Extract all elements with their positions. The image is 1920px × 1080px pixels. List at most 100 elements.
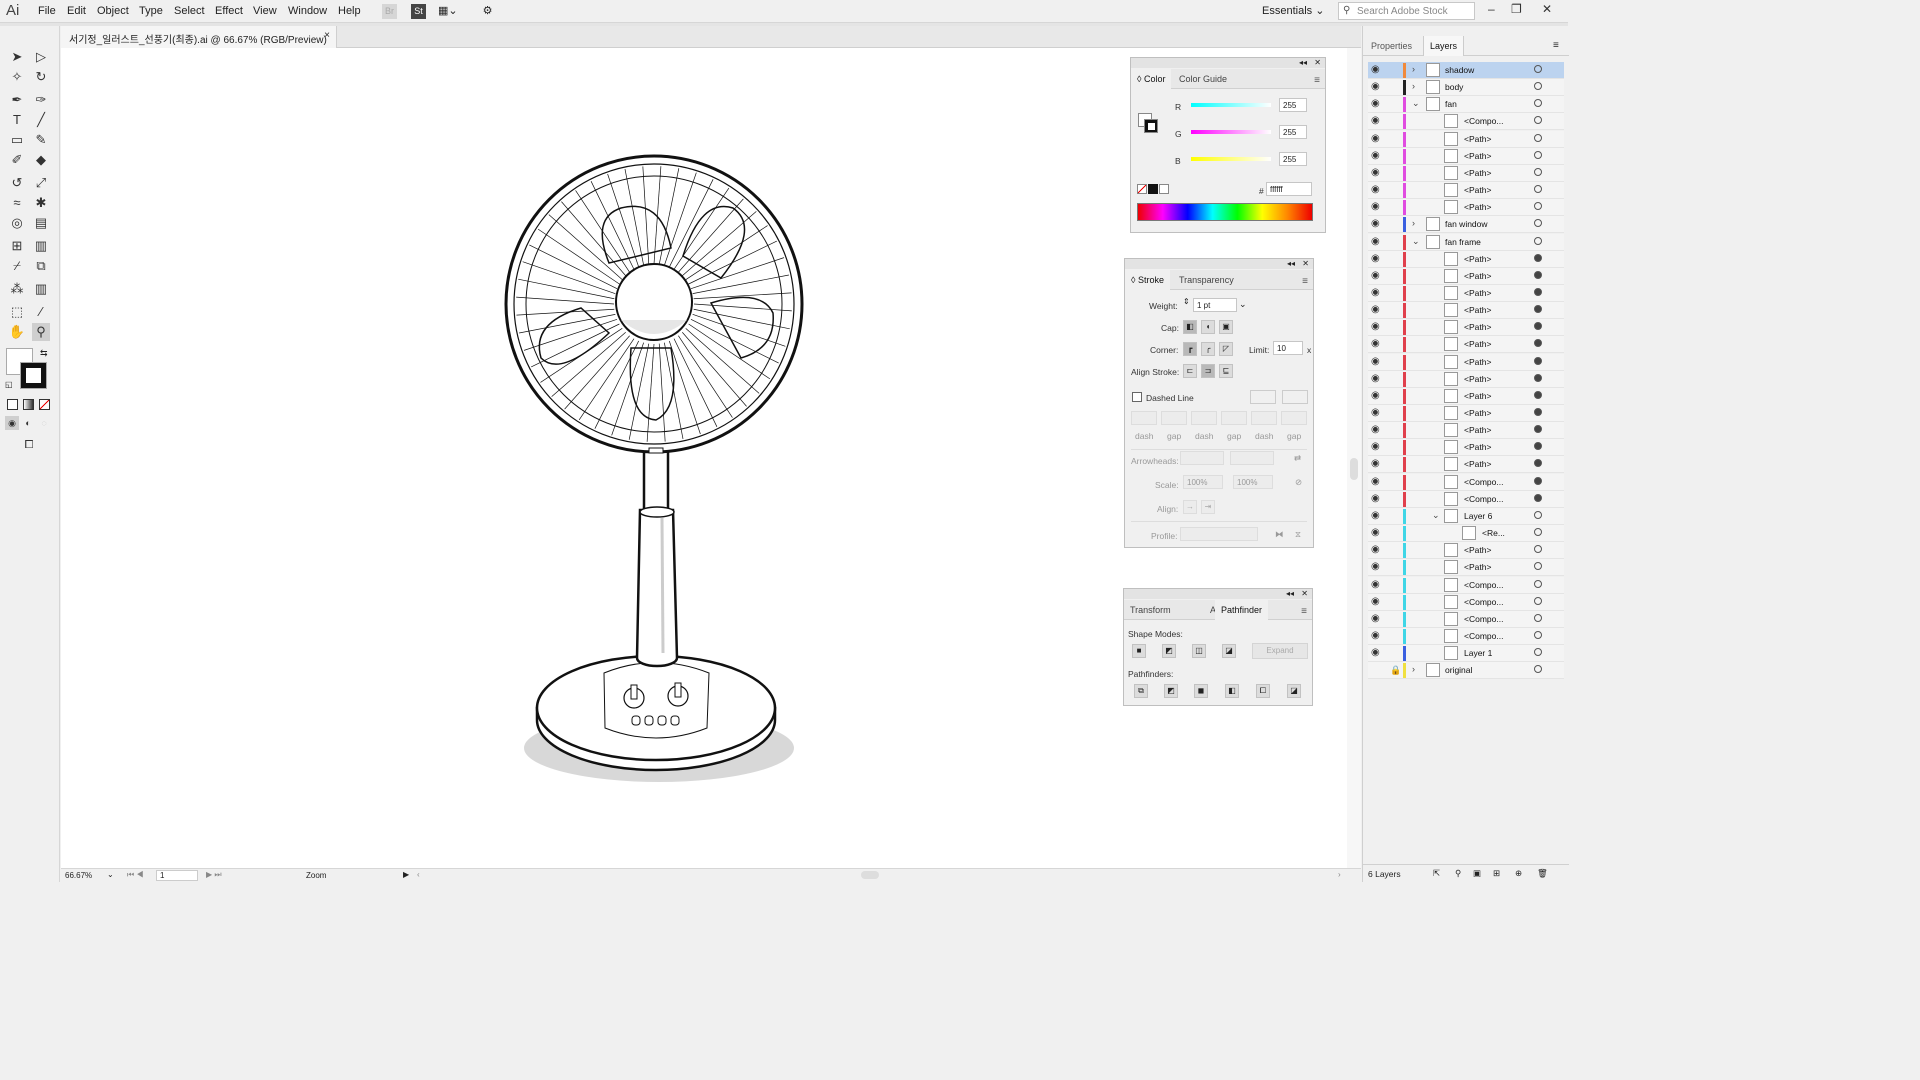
arrow-tip-button[interactable]: →	[1183, 500, 1197, 514]
minus-back-button[interactable]: ◪	[1287, 684, 1301, 698]
panel-menu-icon[interactable]: ≡	[1302, 276, 1308, 287]
visibility-eye-icon[interactable]: ◉	[1371, 390, 1380, 401]
visibility-eye-icon[interactable]: ◉	[1371, 579, 1380, 590]
layer-row[interactable]: ◉ <Path>	[1368, 199, 1564, 217]
expand-arrow-icon[interactable]: ›	[1412, 81, 1415, 91]
layer-row[interactable]: ◉ ⌄ fan frame	[1368, 233, 1564, 251]
scroll-thumb[interactable]	[1350, 458, 1358, 480]
swap-arrowheads-icon[interactable]: ⇄	[1294, 453, 1301, 464]
none-mode-icon[interactable]	[39, 399, 50, 410]
close-window-button[interactable]: ✕	[1542, 2, 1552, 16]
vertical-scrollbar[interactable]	[1347, 48, 1361, 868]
tab-stroke[interactable]: ◊ Stroke	[1125, 270, 1170, 290]
stroke-swatch[interactable]	[20, 362, 47, 389]
gradient-tool-icon[interactable]: ▥	[32, 237, 50, 255]
status-menu-arrow-icon[interactable]: ▶	[403, 870, 409, 879]
layer-row[interactable]: ◉ <Path>	[1368, 147, 1564, 165]
align-dash-button[interactable]	[1282, 390, 1308, 404]
draw-inside-icon[interactable]: ◌	[37, 416, 51, 430]
curvature-tool-icon[interactable]: ✑	[32, 91, 50, 109]
close-panel-icon[interactable]: ✕	[1314, 58, 1321, 67]
target-circle-icon[interactable]	[1534, 373, 1542, 382]
mesh-tool-icon[interactable]: ⊞	[8, 237, 26, 255]
round-cap-button[interactable]: ◖	[1201, 320, 1215, 334]
zoom-level[interactable]: 66.67%	[65, 871, 92, 880]
visibility-eye-icon[interactable]: ◉	[1371, 98, 1380, 109]
layer-row[interactable]: ◉ <Path>	[1368, 370, 1564, 388]
layer-row[interactable]: ◉ <Path>	[1368, 302, 1564, 320]
hscroll-left-icon[interactable]: ‹	[417, 870, 420, 879]
menu-type[interactable]: Type	[139, 5, 163, 17]
collapse-icon[interactable]: ◂◂	[1287, 259, 1295, 268]
visibility-eye-icon[interactable]: ◉	[1371, 527, 1380, 538]
layer-row[interactable]: ◉ <Path>	[1368, 456, 1564, 474]
visibility-eye-icon[interactable]: ◉	[1371, 201, 1380, 212]
clipping-mask-icon[interactable]: ▣	[1473, 868, 1481, 879]
arrow-end-button[interactable]: ⇥	[1201, 500, 1215, 514]
layer-row[interactable]: ◉ <Path>	[1368, 405, 1564, 422]
close-panel-icon[interactable]: ✕	[1301, 589, 1308, 598]
align-inside-button[interactable]: ⊐	[1201, 364, 1215, 378]
target-circle-icon[interactable]	[1534, 82, 1542, 91]
default-fill-stroke-icon[interactable]: ◱	[5, 380, 13, 389]
menu-window[interactable]: Window	[288, 5, 327, 17]
perspective-grid-tool-icon[interactable]: ▤	[32, 214, 50, 232]
visibility-eye-icon[interactable]: ◉	[1371, 561, 1380, 572]
target-circle-icon[interactable]	[1534, 596, 1542, 605]
dash-field[interactable]	[1251, 411, 1277, 425]
flip-across-icon[interactable]: ⧖	[1295, 529, 1301, 540]
layer-row[interactable]: ◉ <Compo...	[1368, 627, 1564, 645]
pen-tool-icon[interactable]: ✒	[8, 91, 26, 109]
stock-icon[interactable]: St	[411, 4, 426, 19]
layer-row[interactable]: ◉ <Path>	[1368, 387, 1564, 405]
visibility-eye-icon[interactable]: ◉	[1371, 184, 1380, 195]
gpu-performance-icon[interactable]: ⚙	[480, 4, 495, 19]
trim-button[interactable]: ◩	[1164, 684, 1178, 698]
layer-row[interactable]: ◉ <Compo...	[1368, 576, 1564, 594]
flip-along-icon[interactable]: ⧓	[1275, 529, 1284, 540]
unite-button[interactable]: ■	[1132, 644, 1146, 658]
layer-row[interactable]: ◉ <Path>	[1368, 267, 1564, 285]
collapse-arrow-icon[interactable]: ⌄	[1412, 236, 1420, 247]
align-outside-button[interactable]: ⊑	[1219, 364, 1233, 378]
visibility-eye-icon[interactable]: ◉	[1371, 236, 1380, 247]
weight-stepper-icon[interactable]: ⇕	[1183, 297, 1190, 306]
black-swatch[interactable]	[1148, 184, 1158, 194]
limit-field[interactable]: 10	[1273, 341, 1303, 355]
target-circle-icon[interactable]	[1534, 253, 1542, 262]
projecting-cap-button[interactable]: ▣	[1219, 320, 1233, 334]
gap-field[interactable]	[1161, 411, 1187, 425]
color-stroke-swatch[interactable]	[1144, 119, 1158, 133]
target-circle-icon[interactable]	[1534, 459, 1542, 468]
layer-row[interactable]: ◉ ⌄ fan	[1368, 96, 1564, 114]
arrowhead-end-select[interactable]	[1230, 451, 1274, 465]
tab-properties[interactable]: Properties	[1365, 36, 1418, 56]
target-circle-icon[interactable]	[1534, 356, 1542, 365]
visibility-eye-icon[interactable]: ◉	[1371, 133, 1380, 144]
target-circle-icon[interactable]	[1534, 630, 1542, 639]
layer-row[interactable]: ◉ Layer 1	[1368, 645, 1564, 663]
dash-field[interactable]	[1131, 411, 1157, 425]
target-circle-icon[interactable]	[1534, 648, 1542, 657]
visibility-eye-icon[interactable]: ◉	[1371, 476, 1380, 487]
visibility-eye-icon[interactable]: ◉	[1371, 493, 1380, 504]
visibility-eye-icon[interactable]: ◉	[1371, 373, 1380, 384]
target-circle-icon[interactable]	[1534, 476, 1542, 485]
layer-row[interactable]: ◉ <Path>	[1368, 439, 1564, 457]
exclude-button[interactable]: ◪	[1222, 644, 1236, 658]
hscroll-thumb[interactable]	[861, 871, 879, 879]
tab-transform[interactable]: Transform	[1124, 600, 1177, 620]
document-tab[interactable]: 서기정_일러스트_선풍기(최종).ai @ 66.67% (RGB/Previe…	[61, 26, 337, 48]
target-circle-icon[interactable]	[1534, 613, 1542, 622]
eraser-tool-icon[interactable]: ◆	[32, 151, 50, 169]
tab-pathfinder[interactable]: Pathfinder	[1215, 600, 1269, 620]
warp-tool-icon[interactable]: ≈	[8, 194, 26, 212]
visibility-eye-icon[interactable]: ◉	[1371, 613, 1380, 624]
target-circle-icon[interactable]	[1534, 545, 1542, 554]
layer-row[interactable]: ◉ <Compo...	[1368, 473, 1564, 491]
layer-row[interactable]: ◉ › body	[1368, 79, 1564, 97]
layer-row[interactable]: ◉ <Path>	[1368, 353, 1564, 371]
arrowhead-start-select[interactable]	[1180, 451, 1224, 465]
artboard-nav-next-icon[interactable]: ▶ ⏭	[206, 870, 222, 880]
target-circle-icon[interactable]	[1534, 322, 1542, 331]
